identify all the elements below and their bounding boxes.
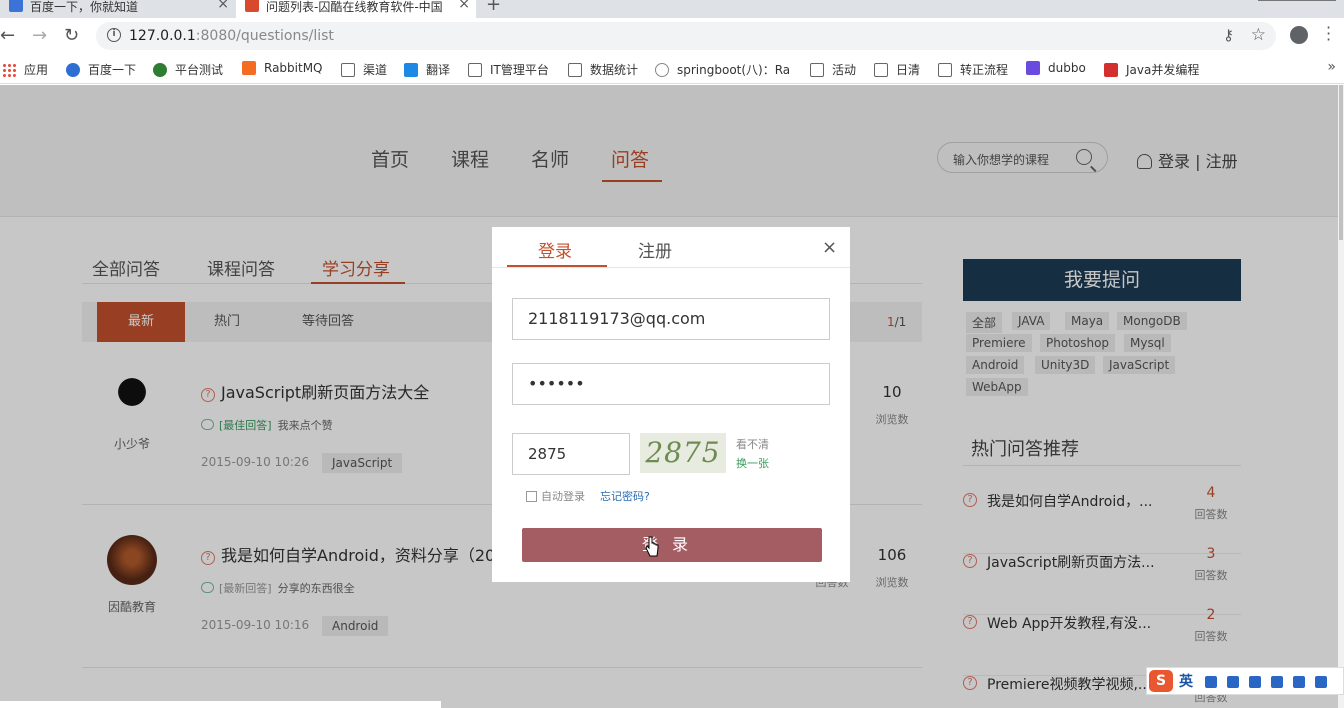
keyboard-icon[interactable] <box>1271 676 1283 688</box>
page-icon <box>341 63 355 77</box>
account-icon[interactable] <box>1290 26 1308 44</box>
bookmark-it-platform[interactable]: IT管理平台 <box>468 61 549 78</box>
bottom-strip <box>0 701 441 708</box>
bookmark-java-concurrency[interactable]: Java并发编程 <box>1104 61 1199 78</box>
close-icon[interactable]: × <box>822 237 837 258</box>
bookmark-springboot[interactable]: springboot(八)：Ra <box>655 61 790 78</box>
globe-icon <box>153 63 167 77</box>
auto-login-checkbox[interactable] <box>526 491 537 502</box>
captcha-input[interactable]: 2875 <box>512 433 630 475</box>
login-modal: 登录 注册 × 2118119173@qq.com •••••• 2875 28… <box>492 227 850 582</box>
tab-title: 百度一下，你就知道 <box>30 0 139 14</box>
reload-icon[interactable]: ↻ <box>64 25 79 46</box>
bookmark-activity[interactable]: 活动 <box>810 61 856 78</box>
browser-tab-questions[interactable]: 问题列表-囚酷在线教育软件-中国 × <box>236 0 476 18</box>
auto-login[interactable]: 自动登录 <box>526 488 585 504</box>
bookmarks-bar: 应用 百度一下 平台测试 RabbitMQ 渠道 翻译 IT管理平台 数据统计 … <box>0 54 1344 84</box>
page-icon <box>938 63 952 77</box>
forward-icon[interactable]: → <box>32 25 47 46</box>
hand-cursor-icon <box>645 536 659 557</box>
ime-language[interactable]: 英 <box>1179 671 1193 691</box>
punctuation-icon[interactable] <box>1227 676 1239 688</box>
page-icon <box>810 63 824 77</box>
modal-tab-register[interactable]: 注册 <box>638 237 672 262</box>
bookmark-stats[interactable]: 数据统计 <box>568 61 638 78</box>
bookmark-channel[interactable]: 渠道 <box>341 61 387 78</box>
password-field[interactable]: •••••• <box>512 363 830 405</box>
rabbitmq-icon <box>242 61 256 75</box>
browser-chrome: 百度一下，你就知道 × 问题列表-囚酷在线教育软件-中国 × + ← → ↻ i… <box>0 0 1344 85</box>
dubbo-icon <box>1026 61 1040 75</box>
tab-close-icon[interactable]: × <box>458 0 470 12</box>
window-controls <box>1258 0 1336 1</box>
modal-tab-divider <box>492 267 850 268</box>
key-icon[interactable]: ⚷ <box>1223 26 1234 44</box>
email-field[interactable]: 2118119173@qq.com <box>512 298 830 340</box>
translate-icon <box>404 63 418 77</box>
baidu-favicon-icon <box>9 0 23 12</box>
url-text: 127.0.0.1:8080/questions/list <box>129 28 334 44</box>
user-icon[interactable] <box>1293 676 1305 688</box>
back-icon[interactable]: ← <box>0 25 15 46</box>
browser-menu-icon[interactable]: · · · <box>1326 20 1331 48</box>
page-icon <box>568 63 582 77</box>
site-favicon-icon <box>245 0 259 12</box>
login-submit-button[interactable]: 登录 <box>522 528 822 562</box>
tab-strip: 百度一下，你就知道 × 问题列表-囚酷在线教育软件-中国 × + <box>0 0 1344 18</box>
bookmark-daily[interactable]: 日清 <box>874 61 920 78</box>
bookmark-regular[interactable]: 转正流程 <box>938 61 1008 78</box>
captcha-unclear-label: 看不清 <box>736 438 769 451</box>
modal-tab-login[interactable]: 登录 <box>538 237 572 262</box>
scrollbar-thumb[interactable] <box>1339 85 1343 240</box>
new-tab-icon[interactable]: + <box>486 0 501 15</box>
page-icon <box>468 63 482 77</box>
captcha-image[interactable]: 2875 <box>640 433 726 473</box>
skin-icon[interactable] <box>1315 676 1327 688</box>
site-info-icon[interactable]: i <box>107 28 121 42</box>
globe-icon <box>655 63 669 77</box>
captcha-refresh-link[interactable]: 换一张 <box>736 455 769 471</box>
tab-close-icon[interactable]: × <box>217 0 229 12</box>
tab-title: 问题列表-囚酷在线教育软件-中国 <box>266 0 443 14</box>
sogou-icon[interactable]: S <box>1149 670 1173 692</box>
bookmark-rabbitmq[interactable]: RabbitMQ <box>242 61 323 75</box>
browser-toolbar: ← → ↻ i 127.0.0.1:8080/questions/list ⚷ … <box>0 18 1344 54</box>
bookmark-dubbo[interactable]: dubbo <box>1026 61 1086 75</box>
address-bar[interactable]: i 127.0.0.1:8080/questions/list ⚷ ☆ <box>96 22 1276 50</box>
ime-toolbar: S 英 <box>1146 667 1344 695</box>
page-content: 首页 课程 名师 问答 输入你想学的课程 登录 | 注册 全部问答 课程问答 学… <box>0 85 1338 708</box>
bookmark-star-icon[interactable]: ☆ <box>1251 25 1266 45</box>
csdn-icon <box>1104 63 1118 77</box>
moon-icon[interactable] <box>1205 676 1217 688</box>
browser-tab-baidu[interactable]: 百度一下，你就知道 × <box>0 0 235 18</box>
more-bookmarks-icon[interactable]: » <box>1327 59 1336 75</box>
bookmark-baidu[interactable]: 百度一下 <box>66 61 136 78</box>
page-scrollbar[interactable] <box>1338 85 1344 708</box>
bookmark-apps[interactable]: 应用 <box>2 61 48 78</box>
bookmark-translate[interactable]: 翻译 <box>404 61 450 78</box>
page-icon <box>874 63 888 77</box>
modal-tab-underline <box>507 265 607 267</box>
bookmark-platform-test[interactable]: 平台测试 <box>153 61 223 78</box>
baidu-icon <box>66 63 80 77</box>
mic-icon[interactable] <box>1249 676 1261 688</box>
forgot-password-link[interactable]: 忘记密码? <box>600 488 650 504</box>
apps-grid-icon <box>2 63 16 77</box>
